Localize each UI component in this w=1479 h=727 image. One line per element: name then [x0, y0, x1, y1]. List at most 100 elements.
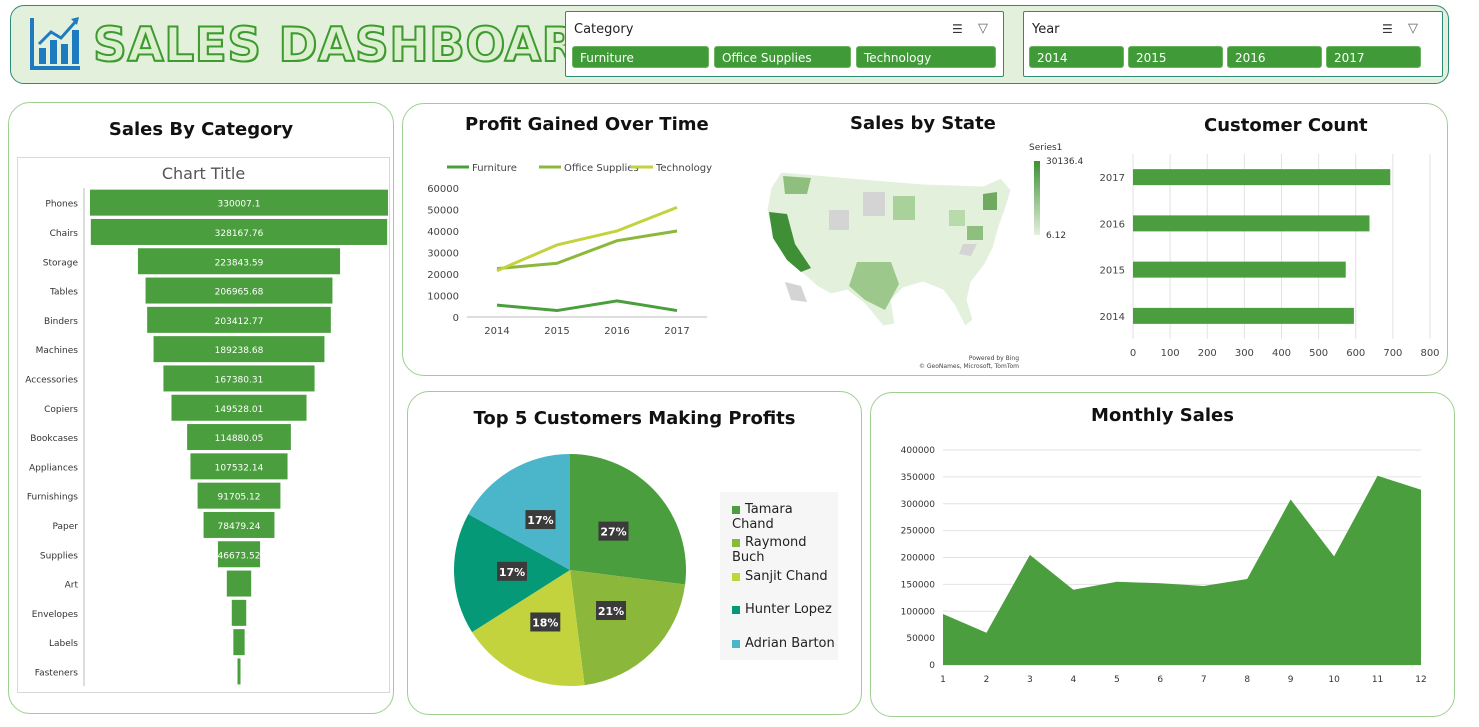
- map-attribution: Powered by Bing © GeoNames, Microsoft, T…: [918, 355, 1019, 370]
- x-tick-label: 800: [1420, 348, 1439, 359]
- x-tick-label: 1: [940, 675, 946, 685]
- y-tick-label: 50000: [906, 634, 935, 644]
- x-tick-label: 100: [1161, 348, 1180, 359]
- legend-label: Furniture: [472, 163, 517, 174]
- funnel-bar: [226, 570, 252, 597]
- multi-select-icon[interactable]: ☰: [952, 22, 963, 36]
- y-tick-label: 30000: [427, 249, 459, 260]
- category-label: Bookcases: [30, 434, 78, 444]
- slicer-item-office-supplies[interactable]: Office Supplies: [714, 46, 851, 68]
- y-tick-label: 40000: [427, 227, 459, 238]
- series-line: [496, 299, 678, 313]
- x-tick-label: 3: [1027, 675, 1033, 685]
- funnel-bar: [237, 658, 241, 685]
- category-label: Copiers: [44, 405, 78, 415]
- customer-bar: [1133, 261, 1346, 278]
- clear-filter-icon[interactable]: ▽: [1408, 21, 1418, 36]
- x-tick-label: 700: [1383, 348, 1402, 359]
- pie-chart-title: Top 5 Customers Making Profits: [473, 408, 796, 429]
- y-tick-label: 0: [453, 313, 459, 324]
- bar-data-label: 149528.01: [215, 405, 264, 415]
- slicer-item-2016[interactable]: 2016: [1227, 46, 1322, 68]
- x-tick-label: 2017: [664, 326, 689, 337]
- slicer-item-technology[interactable]: Technology: [856, 46, 996, 68]
- category-label: Art: [65, 581, 79, 591]
- bar-data-label: 46673.52: [218, 551, 261, 561]
- slice-label: 27%: [600, 526, 626, 539]
- slicer-item-2017[interactable]: 2017: [1326, 46, 1421, 68]
- funnel-bar: [233, 629, 245, 656]
- x-tick-label: 0: [1130, 348, 1136, 359]
- y-tick-label: 400000: [901, 446, 936, 456]
- category-label: Machines: [36, 346, 79, 356]
- slicer-item-furniture[interactable]: Furniture: [572, 46, 709, 68]
- bar-data-label: 114880.05: [215, 434, 264, 444]
- legend-item: Adrian Barton: [732, 636, 835, 651]
- bar-data-label: 223843.59: [215, 258, 264, 268]
- x-tick-label: 2014: [484, 326, 509, 337]
- bar-data-label: 167380.31: [215, 375, 264, 385]
- x-tick-label: 4: [1070, 675, 1076, 685]
- multi-select-icon[interactable]: ☰: [1382, 22, 1393, 36]
- bar-data-label: 91705.12: [218, 493, 261, 503]
- bar-data-label: 107532.14: [215, 463, 264, 473]
- sales-by-category-panel: Sales By Category Chart Title Phones 3300…: [8, 102, 394, 714]
- category-slicer-title: Category: [574, 22, 634, 37]
- slicer-item-2015[interactable]: 2015: [1128, 46, 1223, 68]
- customer-bar: [1133, 169, 1391, 186]
- category-slicer: Category ☰ ▽ Furniture Office Supplies T…: [565, 11, 1004, 77]
- category-label: Accessories: [25, 375, 78, 385]
- customer-bar: [1133, 307, 1354, 324]
- x-tick-label: 2: [984, 675, 990, 685]
- category-label: Fasteners: [35, 668, 79, 678]
- bar-data-label: 328167.76: [215, 229, 264, 239]
- funnel-chart-area: Chart Title Phones 330007.1 Chairs 328167.7…: [17, 157, 390, 693]
- y-tick-label: 2016: [1100, 219, 1125, 230]
- x-tick-label: 5: [1114, 675, 1120, 685]
- pie-chart: 27% 21% 18% 17% 17%: [454, 454, 686, 686]
- category-label: Chairs: [50, 229, 79, 239]
- map-legend-scale: [1034, 161, 1040, 235]
- slice-label: 21%: [598, 605, 624, 618]
- funnel-chart: Phones 330007.1 Chairs 328167.76 Storage 2238…: [25, 188, 388, 687]
- y-tick-label: 0: [929, 661, 935, 671]
- x-tick-label: 200: [1198, 348, 1217, 359]
- y-tick-label: 200000: [901, 554, 936, 564]
- profit-line-chart: 0 10000 20000 30000 40000 50000 60000 2014 2015 2…: [427, 163, 712, 337]
- bar-data-label: 206965.68: [215, 288, 264, 298]
- y-tick-label: 50000: [427, 206, 459, 217]
- category-label: Labels: [49, 639, 78, 649]
- x-tick-label: 11: [1372, 675, 1383, 685]
- x-tick-label: 300: [1235, 348, 1254, 359]
- y-tick-label: 20000: [427, 270, 459, 281]
- x-tick-label: 7: [1201, 675, 1207, 685]
- bar-chart-logo-icon: [30, 17, 80, 70]
- map-legend-min: 6.12: [1046, 231, 1067, 241]
- clear-filter-icon[interactable]: ▽: [978, 21, 988, 36]
- map-legend-title: Series1: [1029, 143, 1063, 153]
- y-tick-label: 250000: [901, 527, 936, 537]
- slice-label: 17%: [499, 566, 525, 579]
- category-label: Phones: [45, 200, 78, 210]
- map-title: Sales by State: [850, 113, 996, 134]
- top-customers-panel: Top 5 Customers Making Profits 27% 21% 18%…: [407, 391, 862, 715]
- x-tick-label: 6: [1157, 675, 1163, 685]
- category-label: Furnishings: [27, 493, 78, 503]
- y-tick-label: 100000: [901, 607, 936, 617]
- legend-item: Raymond Buch: [732, 535, 807, 565]
- series-line: [496, 205, 678, 273]
- y-tick-label: 10000: [427, 292, 459, 303]
- legend-item: Sanjit Chand: [732, 569, 828, 584]
- x-tick-label: 2015: [544, 326, 569, 337]
- category-label: Binders: [44, 317, 78, 327]
- y-tick-label: 350000: [901, 473, 936, 483]
- slice-label: 18%: [532, 616, 558, 629]
- x-tick-label: 8: [1244, 675, 1250, 685]
- category-label: Paper: [53, 522, 79, 532]
- slicer-item-2014[interactable]: 2014: [1029, 46, 1124, 68]
- category-label: Envelopes: [32, 610, 79, 620]
- y-tick-label: 2015: [1100, 266, 1125, 277]
- year-slicer: Year ☰ ▽ 2014 2015 2016 2017: [1023, 11, 1443, 77]
- dashboard-title: SALES DASHBOARD: [92, 17, 618, 74]
- monthly-sales-area-chart: 0 50000 100000 150000 200000 250000 300000 3500…: [901, 446, 1427, 685]
